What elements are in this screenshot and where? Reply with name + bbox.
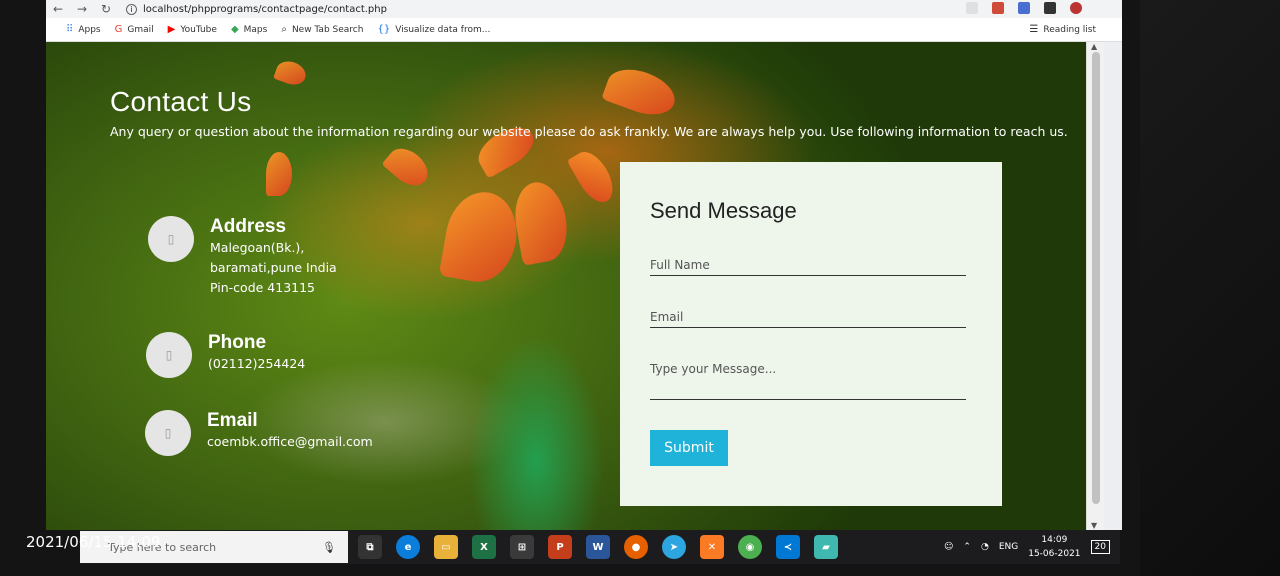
scroll-thumb[interactable]: [1092, 52, 1100, 504]
background-flower: [266, 152, 292, 196]
store-icon[interactable]: ⊞: [510, 535, 534, 559]
full-name-label: Full Name: [650, 258, 710, 272]
apps-grid-icon: ⠿: [66, 24, 74, 35]
app-icon[interactable]: ▰: [814, 535, 838, 559]
phone-heading: Phone: [208, 332, 267, 353]
chrome-icon[interactable]: ◉: [738, 535, 762, 559]
xampp-icon[interactable]: ✕: [700, 535, 724, 559]
location-icon: ▯: [148, 216, 194, 262]
forward-icon[interactable]: →: [70, 2, 94, 16]
reading-list-button[interactable]: ☰ Reading list: [1029, 24, 1096, 35]
back-icon[interactable]: ←: [46, 2, 70, 16]
telegram-icon[interactable]: ➤: [662, 535, 686, 559]
url-field[interactable]: i localhost/phpprograms/contactpage/cont…: [126, 3, 387, 15]
google-icon: G: [114, 24, 123, 35]
system-tray: ☺ ⌃ ◔ ENG 14:09 15-06-2021 20: [944, 530, 1110, 564]
background-flower: [438, 186, 524, 288]
background-flower: [381, 141, 435, 193]
email-block: ▯ Email coembk.office@gmail.com: [145, 410, 373, 456]
task-view-icon[interactable]: ⧉: [358, 535, 382, 559]
page-subtitle: Any query or question about the informat…: [110, 124, 1068, 139]
windows-taskbar: Type here to search 🎙 ⧉ e ▭ X ⊞ P W ● ➤ …: [80, 530, 1120, 564]
edge-icon[interactable]: e: [396, 535, 420, 559]
taskbar-apps: ⧉ e ▭ X ⊞ P W ● ➤ ✕ ◉ ≺ ▰: [358, 535, 838, 559]
photo-timestamp: 2021/06/15 14:09: [26, 533, 161, 551]
submit-button[interactable]: Submit: [650, 430, 728, 466]
extension-icon[interactable]: [1018, 2, 1030, 14]
email-label: Email: [650, 310, 684, 324]
avatar[interactable]: [1070, 2, 1082, 14]
extension-icon[interactable]: [992, 2, 1004, 14]
clock-date: 15-06-2021: [1028, 549, 1081, 559]
reading-list-icon: ☰: [1029, 24, 1039, 35]
bookmark-youtube[interactable]: ▶ YouTube: [168, 24, 217, 35]
address-line: baramati,pune India: [210, 260, 337, 275]
code-icon: {}: [377, 24, 391, 35]
contact-page: Contact Us Any query or question about t…: [46, 42, 1104, 530]
page-title: Contact Us: [110, 86, 252, 117]
clock-time: 14:09: [1041, 535, 1068, 545]
email-value: coembk.office@gmail.com: [207, 434, 373, 449]
maps-icon: ◆: [230, 24, 239, 35]
phone-icon: ▯: [146, 332, 192, 378]
search-icon: ⌕: [281, 24, 287, 35]
phone-value: (02112)254424: [208, 356, 306, 371]
form-title: Send Message: [650, 198, 797, 223]
reload-icon[interactable]: ↻: [94, 2, 118, 16]
message-label: Type your Message...: [650, 362, 777, 376]
background-flower: [566, 145, 621, 209]
phone-block: ▯ Phone (02112)254424: [146, 332, 305, 378]
url-text: localhost/phpprograms/contactpage/contac…: [143, 3, 387, 15]
youtube-icon: ▶: [167, 24, 176, 35]
bookmarks-bar: ⠿ Apps G Gmail ▶ YouTube ◆ Maps ⌕ New Tab Sea…: [46, 18, 1122, 42]
firefox-icon[interactable]: ●: [624, 535, 648, 559]
address-heading: Address: [210, 216, 287, 237]
notification-badge[interactable]: 20: [1090, 540, 1110, 554]
scroll-up-icon[interactable]: ▲: [1091, 42, 1097, 51]
bookmark-visualize-data[interactable]: {} Visualize data from...: [377, 24, 490, 35]
address-line: Pin-code 413115: [210, 280, 316, 295]
email-heading: Email: [207, 410, 258, 431]
microphone-icon[interactable]: 🎙: [322, 541, 336, 554]
address-block: ▯ Address Malegoan(Bk.), baramati,pune I…: [148, 216, 337, 298]
page-scrollbar[interactable]: ▲ ▼: [1086, 42, 1104, 530]
send-message-form: Send Message Full Name Email Type your M…: [620, 162, 1002, 506]
envelope-icon: ▯: [145, 410, 191, 456]
email-field[interactable]: Email: [650, 302, 966, 328]
background-flower: [601, 61, 681, 123]
clock[interactable]: 14:09 15-06-2021: [1028, 533, 1080, 561]
address-bar: ← → ↻ i localhost/phpprograms/contactpag…: [46, 0, 1122, 18]
address-line: Malegoan(Bk.),: [210, 240, 305, 255]
message-field[interactable]: Type your Message...: [650, 354, 966, 400]
vscode-icon[interactable]: ≺: [776, 535, 800, 559]
language-indicator[interactable]: ENG: [999, 542, 1018, 552]
bookmark-gmail[interactable]: G Gmail: [115, 24, 154, 35]
chevron-up-icon[interactable]: ⌃: [963, 542, 971, 552]
powerpoint-icon[interactable]: P: [548, 535, 572, 559]
bookmark-new-tab-search[interactable]: ⌕ New Tab Search: [281, 24, 363, 35]
star-icon[interactable]: [966, 2, 978, 14]
bookmark-maps[interactable]: ◆ Maps: [231, 24, 267, 35]
browser-window: ← → ↻ i localhost/phpprograms/contactpag…: [46, 0, 1122, 530]
word-icon[interactable]: W: [586, 535, 610, 559]
puzzle-icon[interactable]: [1044, 2, 1056, 14]
wifi-icon[interactable]: ◔: [981, 542, 989, 552]
scroll-down-icon[interactable]: ▼: [1091, 521, 1097, 530]
full-name-field[interactable]: Full Name: [650, 250, 966, 276]
bookmark-apps[interactable]: ⠿ Apps: [66, 24, 101, 35]
info-icon[interactable]: i: [126, 3, 137, 15]
background-decoration: [1140, 0, 1280, 576]
background-flower: [273, 57, 309, 89]
photo-frame: ← → ↻ i localhost/phpprograms/contactpag…: [0, 0, 1280, 576]
file-explorer-icon[interactable]: ▭: [434, 535, 458, 559]
people-icon[interactable]: ☺: [944, 542, 953, 552]
excel-icon[interactable]: X: [472, 535, 496, 559]
background-flower: [509, 178, 573, 266]
extensions-area: [966, 2, 1082, 14]
